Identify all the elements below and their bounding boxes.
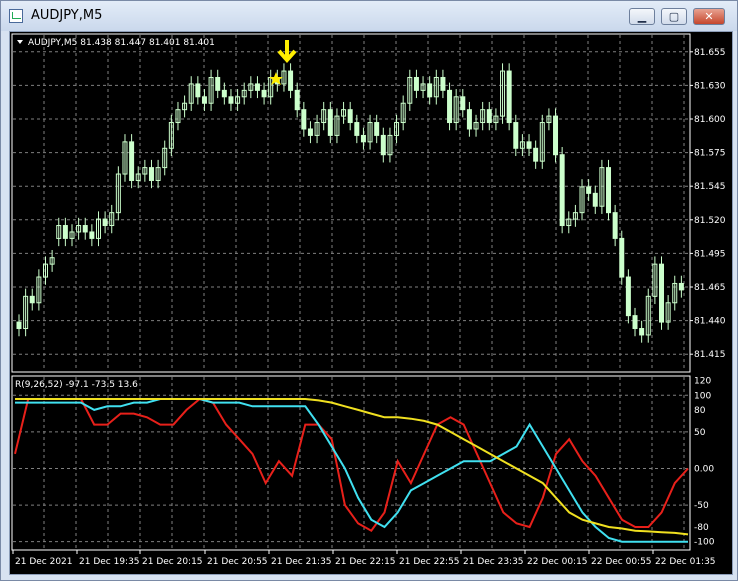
price-tick-label: 81.600: [694, 115, 726, 125]
candle-body: [639, 328, 645, 336]
candle-body: [632, 315, 638, 330]
candle-body: [592, 192, 598, 207]
candle-body: [29, 295, 35, 304]
time-axis: 21 Dec 2021 21 Dec 19:35 21 Dec 20:15 21 De…: [12, 550, 716, 567]
candle-body: [102, 218, 108, 227]
restore-button[interactable]: ▢: [661, 8, 687, 25]
price-tick-label: 81.440: [694, 317, 726, 327]
time-tick-label: 21 Dec 19:35: [79, 557, 140, 567]
arrow-down-icon: [277, 40, 297, 64]
indicator-header: R(9,26,52) -97.1 -73.5 13.6: [15, 380, 138, 390]
time-tick-label: 22 Dec 00:15: [527, 557, 588, 567]
price-chart-area[interactable]: AUDJPY,M5 81.438 81.447 81.401 81.401 R(…: [9, 31, 733, 575]
price-tick-label: 81.495: [694, 249, 726, 259]
candle-body: [201, 96, 207, 104]
candle-body: [466, 109, 472, 130]
time-tick-label: 22 Dec 01:35: [655, 557, 716, 567]
indicator-tick-label: -50: [694, 501, 709, 511]
indicator-series-line: [14, 397, 689, 533]
time-tick-label: 21 Dec 22:15: [335, 557, 396, 567]
indicator-tick-label: 0.00: [694, 464, 714, 474]
price-tick-label: 81.415: [694, 350, 726, 360]
candle-body: [129, 141, 135, 181]
candle-body: [16, 321, 22, 330]
candle-body: [62, 225, 68, 239]
price-tick-label: 81.520: [694, 216, 726, 226]
indicator-tick-label: 120: [694, 377, 711, 387]
candle-body: [347, 109, 353, 124]
candle-body: [374, 122, 380, 136]
time-tick-label: 21 Dec 23:35: [463, 557, 524, 567]
candle-body: [553, 115, 559, 156]
time-tick-label: 21 Dec 20:55: [207, 557, 268, 567]
minimize-button[interactable]: ▁: [629, 8, 655, 25]
close-button[interactable]: ✕: [693, 8, 725, 25]
price-tick-label: 81.655: [694, 48, 726, 58]
candle-body: [612, 212, 618, 239]
chart-header: AUDJPY,M5 81.438 81.447 81.401 81.401: [28, 38, 215, 48]
window-title: AUDJPY,M5: [31, 8, 103, 23]
candle-body: [148, 167, 154, 181]
chart-svg[interactable]: AUDJPY,M5 81.438 81.447 81.401 81.401 R(…: [10, 32, 732, 574]
candle-body: [89, 231, 95, 239]
candle-body: [447, 89, 453, 124]
candle-body: [261, 89, 267, 98]
candle-body: [586, 186, 592, 194]
time-tick-label: 22 Dec 00:55: [591, 557, 652, 567]
candle-body: [360, 134, 366, 143]
price-tick-label: 81.545: [694, 182, 726, 192]
indicator-tick-label: 50: [694, 428, 706, 438]
candle-body: [195, 83, 201, 98]
candle-body: [526, 141, 532, 149]
price-tick-label: 81.630: [694, 81, 726, 91]
candle-body: [380, 134, 386, 156]
candle-body: [659, 263, 665, 323]
indicator-tick-label: -80: [694, 523, 709, 533]
indicator-lines-group: [14, 397, 689, 543]
candles-group: [16, 63, 684, 343]
candle-body: [215, 76, 221, 91]
candle-body: [294, 89, 300, 111]
chart-app-icon: [9, 9, 23, 23]
candle-body: [619, 237, 625, 278]
time-tick-label: 21 Dec 22:55: [399, 557, 460, 567]
candle-body: [427, 83, 433, 98]
price-tick-label: 81.465: [694, 283, 726, 293]
candle-body: [440, 76, 446, 91]
candle-body: [301, 109, 307, 130]
time-tick-label: 21 Dec 20:15: [142, 557, 203, 567]
indicator-tick-label: -100: [694, 538, 715, 548]
candle-body: [559, 154, 565, 227]
candle-body: [354, 122, 360, 136]
title-bar[interactable]: AUDJPY,M5 ▁ ▢ ✕: [1, 1, 737, 31]
price-tick-label: 81.575: [694, 149, 726, 159]
indicator-tick-label: 100: [694, 391, 711, 401]
time-tick-label: 21 Dec 2021: [15, 557, 73, 567]
candle-body: [82, 225, 88, 233]
candle-body: [506, 70, 512, 124]
chart-window: AUDJPY,M5 ▁ ▢ ✕ AUDJPY,M5 81.438 81.447 …: [0, 0, 738, 581]
candle-body: [513, 122, 519, 149]
candle-body: [486, 109, 492, 124]
candle-body: [327, 109, 333, 136]
indicator-tick-label: 80: [694, 406, 706, 416]
chart-menu-icon: [17, 40, 23, 44]
price-axis: 81.655 81.630 81.600 81.575 81.545 81.520 81.4…: [690, 48, 726, 360]
candle-body: [413, 76, 419, 91]
candle-body: [288, 70, 294, 91]
candle-body: [533, 147, 539, 162]
candle-body: [678, 282, 684, 291]
candle-body: [221, 89, 227, 98]
candle-body: [228, 96, 234, 104]
time-tick-label: 21 Dec 21:35: [271, 557, 332, 567]
candle-body: [625, 276, 631, 317]
indicator-axis: 120 100 80 50 0.00 -50 -80 -100: [694, 377, 715, 548]
candle-body: [254, 83, 260, 91]
candle-body: [307, 128, 313, 136]
candle-body: [606, 167, 612, 214]
candle-body: [460, 96, 466, 111]
